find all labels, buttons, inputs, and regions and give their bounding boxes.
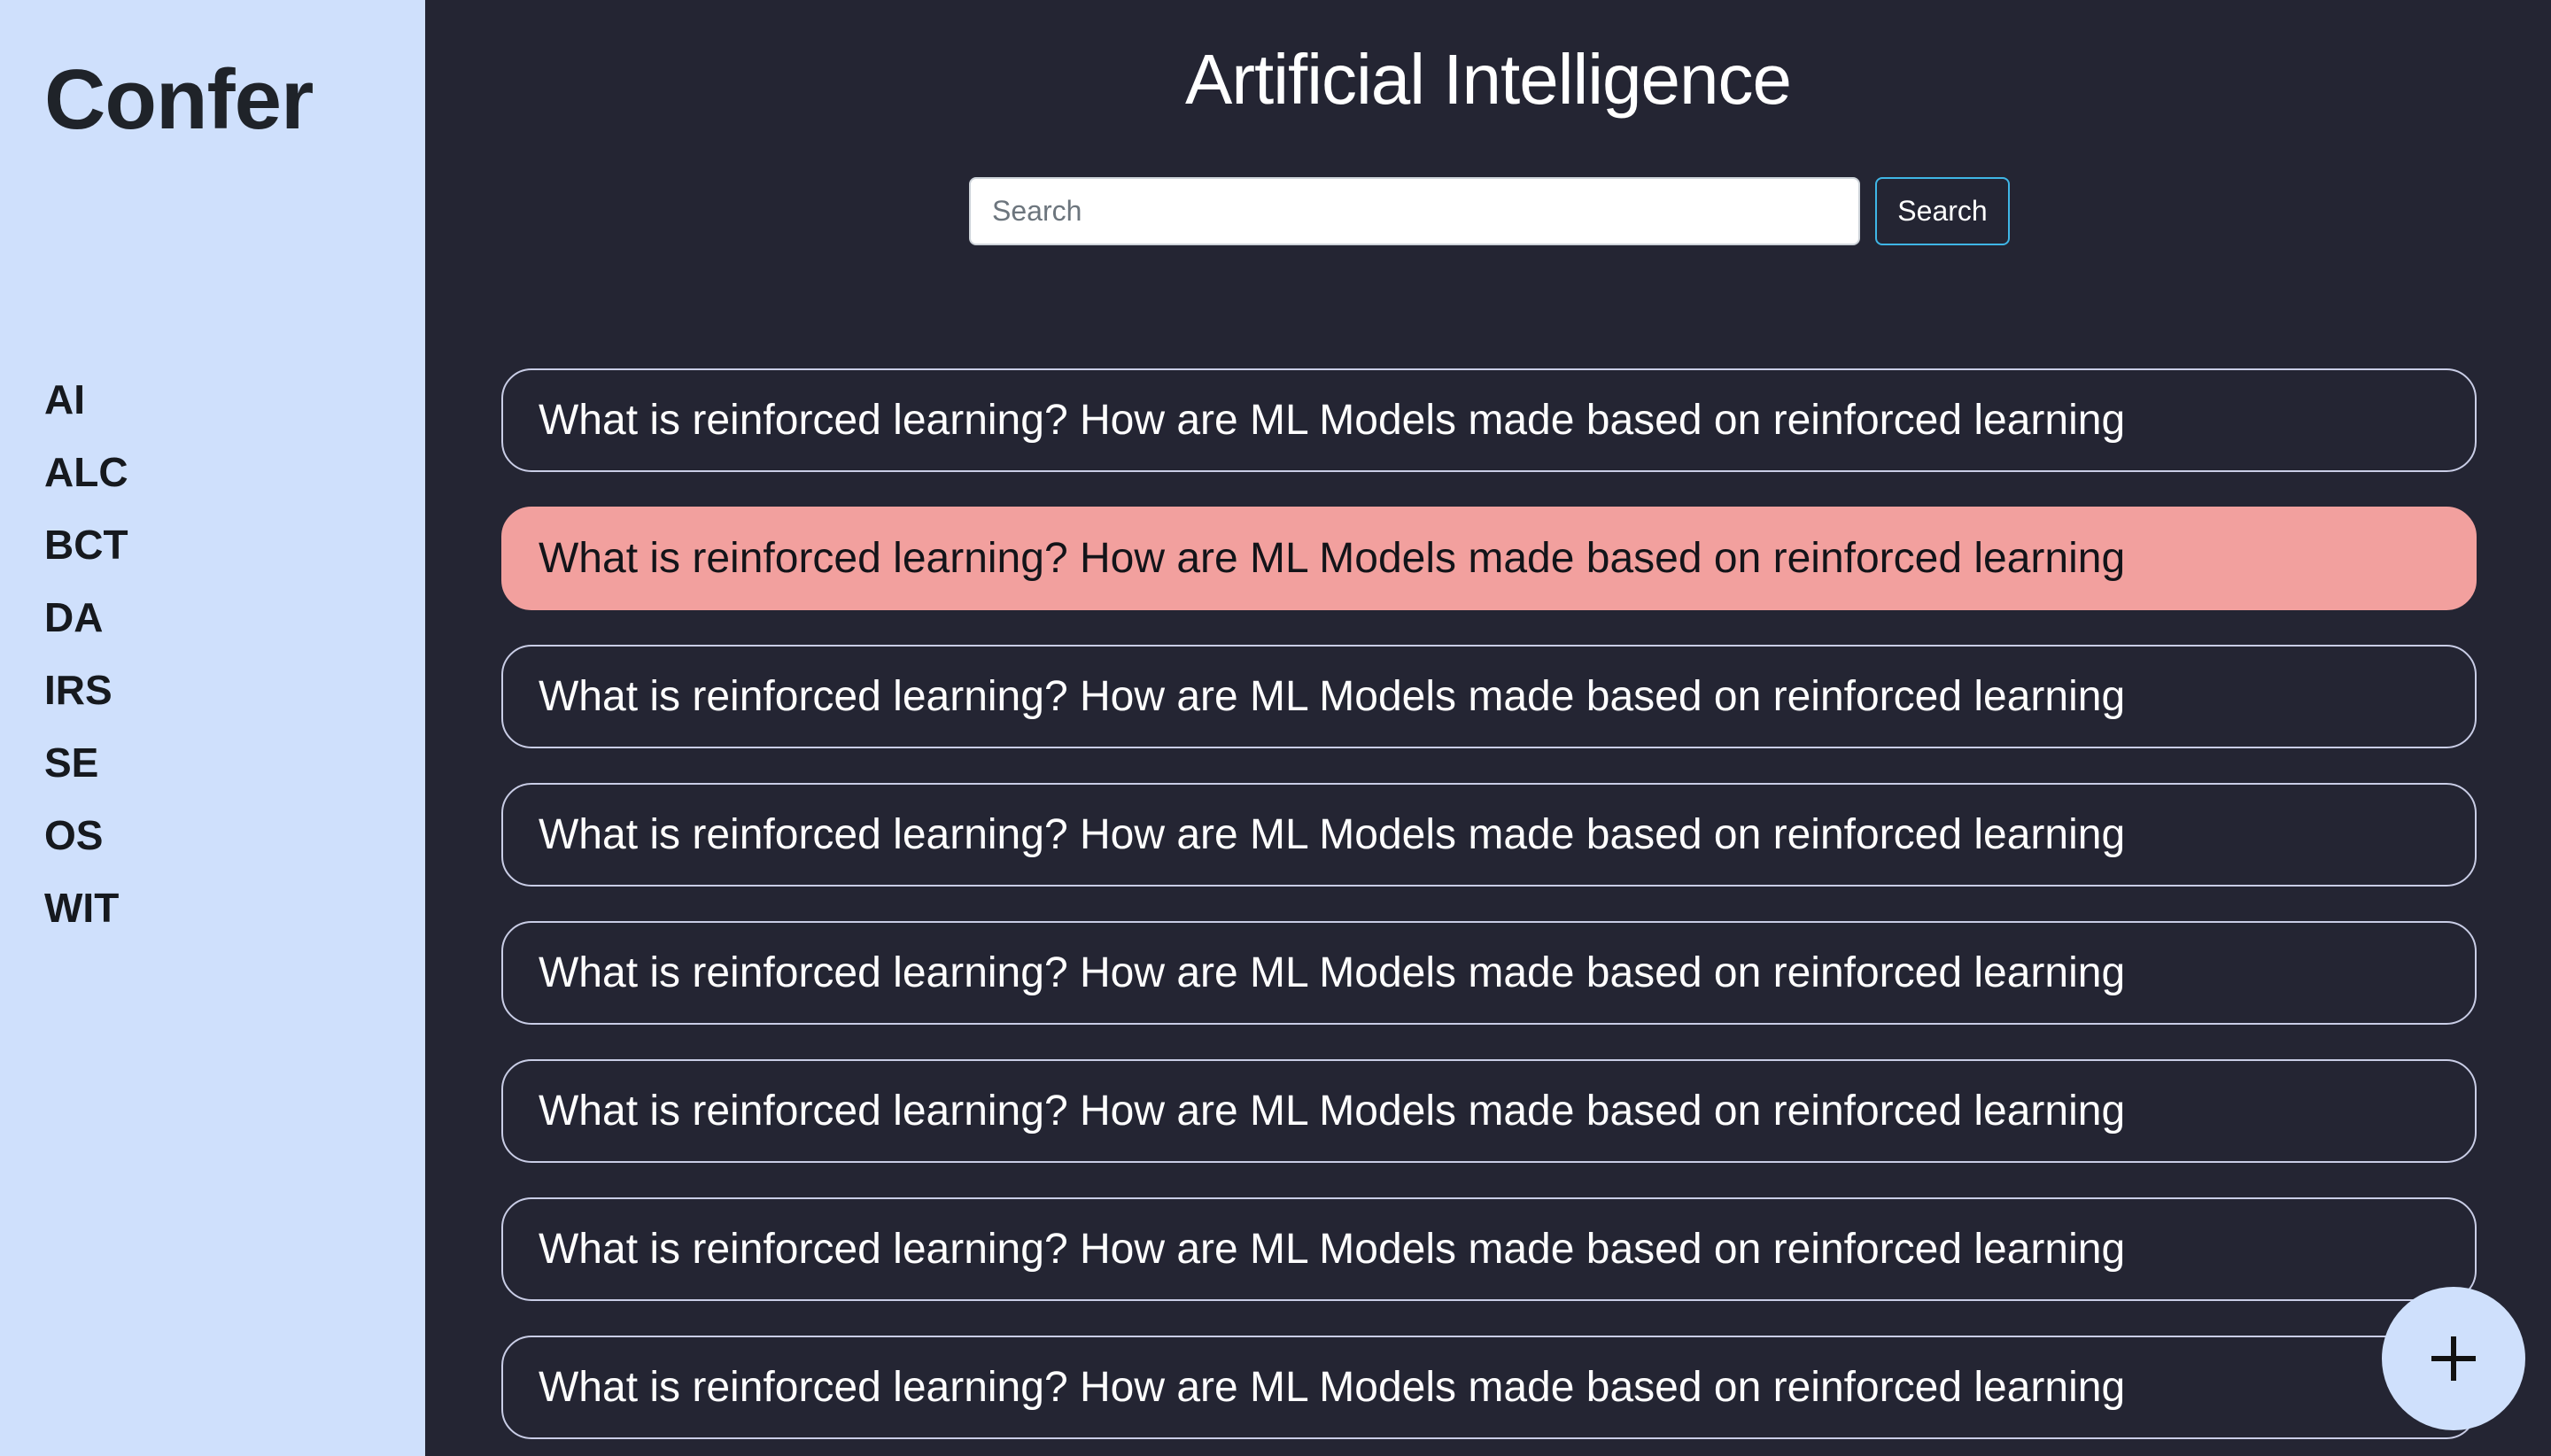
main-content: Artificial Intelligence Search What is r… (425, 0, 2551, 1456)
question-list: What is reinforced learning? How are ML … (501, 368, 2477, 1456)
sidebar-item-alc[interactable]: ALC (44, 436, 128, 508)
question-card[interactable]: What is reinforced learning? How are ML … (501, 783, 2477, 887)
sidebar-item-se[interactable]: SE (44, 726, 128, 799)
page-title: Artificial Intelligence (1185, 40, 1792, 119)
sidebar-item-bct[interactable]: BCT (44, 508, 128, 581)
sidebar-item-irs[interactable]: IRS (44, 654, 128, 726)
sidebar-nav: AI ALC BCT DA IRS SE OS WIT (44, 363, 128, 944)
add-question-button[interactable] (2382, 1287, 2525, 1430)
question-card[interactable]: What is reinforced learning? How are ML … (501, 921, 2477, 1025)
search-input[interactable] (969, 177, 1860, 245)
sidebar-item-os[interactable]: OS (44, 799, 128, 871)
sidebar-item-da[interactable]: DA (44, 581, 128, 654)
question-card[interactable]: What is reinforced learning? How are ML … (501, 368, 2477, 472)
question-card[interactable]: What is reinforced learning? How are ML … (501, 1197, 2477, 1301)
question-card[interactable]: What is reinforced learning? How are ML … (501, 645, 2477, 748)
plus-icon (2431, 1336, 2476, 1381)
sidebar: Confer AI ALC BCT DA IRS SE OS WIT (0, 0, 425, 1456)
question-card[interactable]: What is reinforced learning? How are ML … (501, 1336, 2477, 1439)
question-card[interactable]: What is reinforced learning? How are ML … (501, 507, 2477, 610)
search-bar: Search (969, 177, 2010, 245)
sidebar-item-ai[interactable]: AI (44, 363, 128, 436)
sidebar-item-wit[interactable]: WIT (44, 871, 128, 944)
search-button[interactable]: Search (1875, 177, 2010, 245)
question-card[interactable]: What is reinforced learning? How are ML … (501, 1059, 2477, 1163)
app-logo: Confer (44, 52, 314, 147)
app-root: Confer AI ALC BCT DA IRS SE OS WIT Artif… (0, 0, 2551, 1456)
